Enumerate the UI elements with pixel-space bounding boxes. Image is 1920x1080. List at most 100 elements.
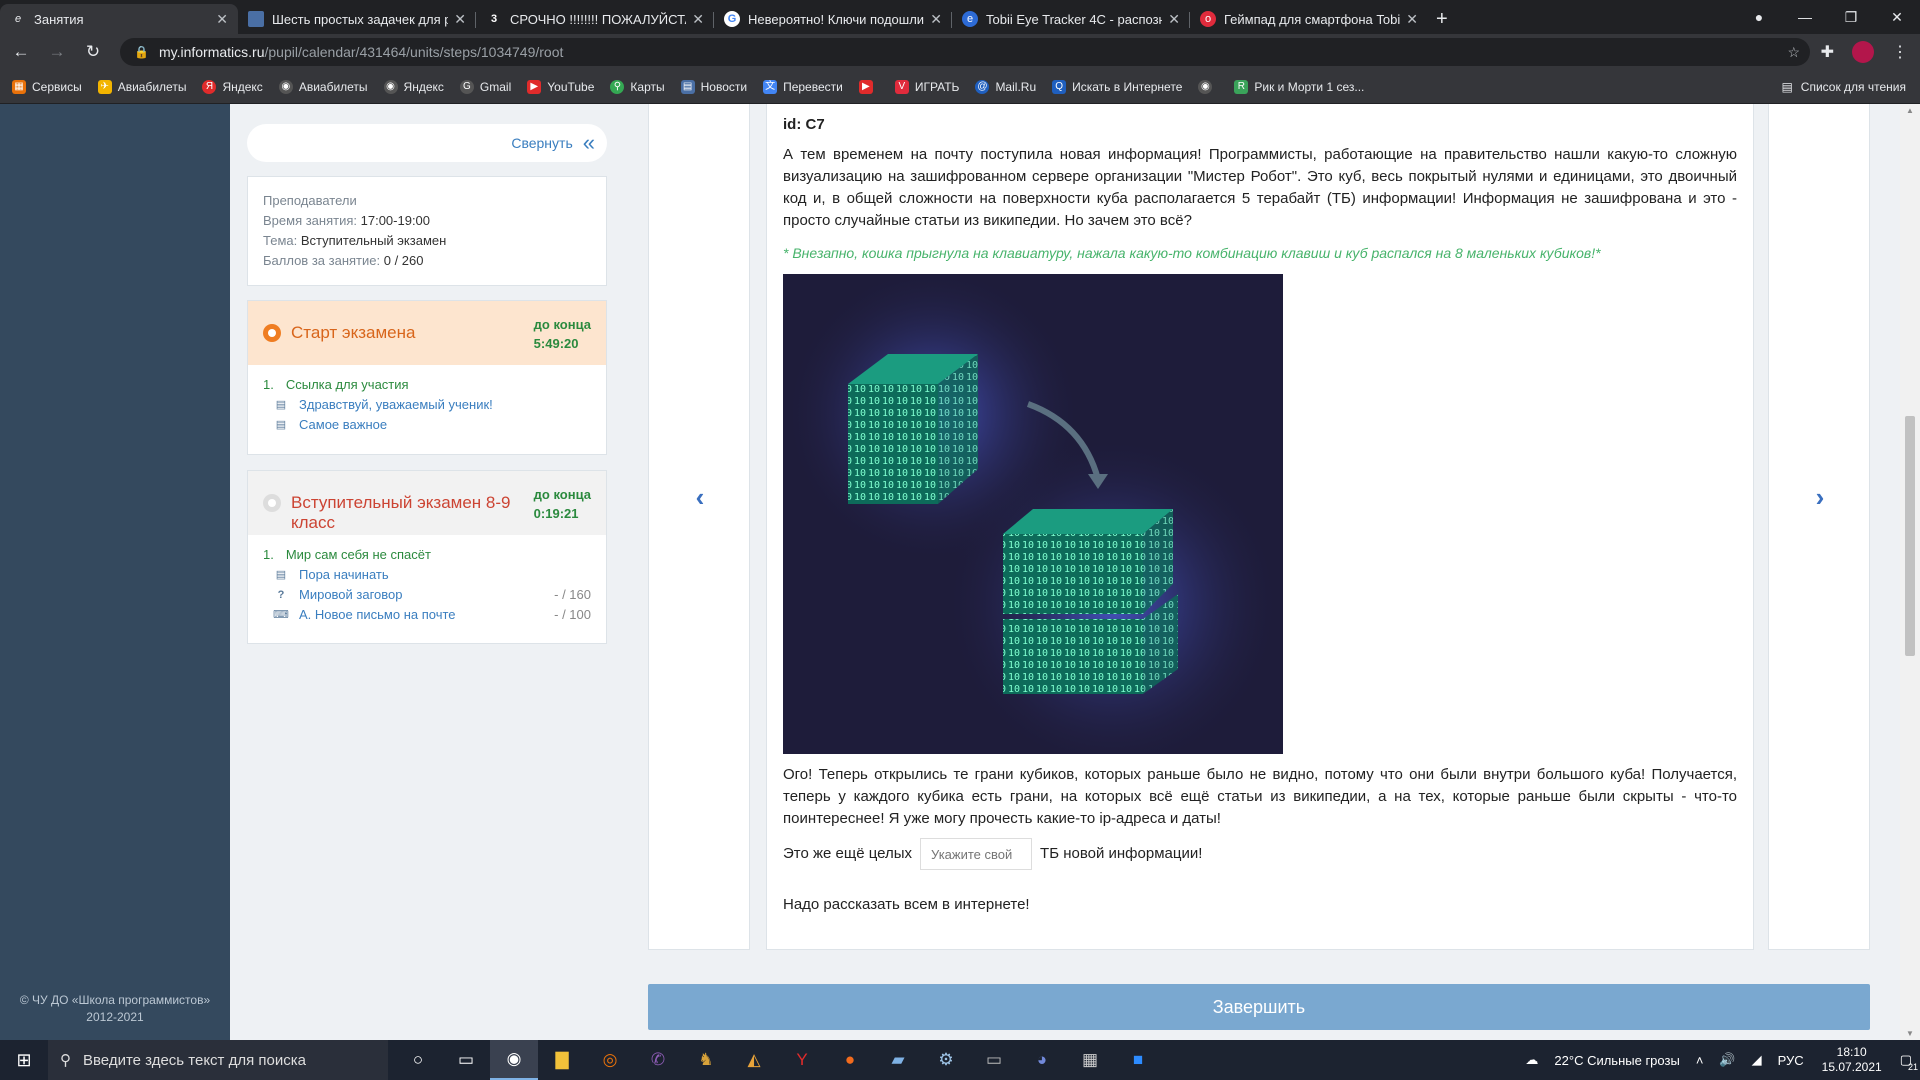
task-paragraph-2: Ого! Теперь открылись те грани кубиков, …: [783, 766, 1737, 827]
tab-title: Невероятно! Ключи подошли с: [748, 11, 925, 27]
reading-list[interactable]: ▤ Список для чтения: [1781, 70, 1906, 104]
windows-start-icon[interactable]: ⊞: [0, 1040, 48, 1080]
discord-icon[interactable]: ◕: [1018, 1040, 1066, 1080]
tab-zanyatiya[interactable]: e Занятия ✕: [0, 4, 238, 34]
calculator-icon[interactable]: ▦: [1066, 1040, 1114, 1080]
minimize-icon[interactable]: —: [1782, 9, 1828, 25]
step-item[interactable]: ▤ Пора начинать: [263, 565, 591, 585]
restore-icon[interactable]: ❐: [1828, 9, 1874, 26]
volume-icon[interactable]: 🔊: [1719, 1052, 1735, 1068]
edge-e-icon: e: [14, 13, 22, 25]
step-item[interactable]: ? Мировой заговор - / 160: [263, 585, 591, 605]
unit-item[interactable]: 1. Мир сам себя не спасёт: [263, 545, 591, 565]
close-window-icon[interactable]: ✕: [1874, 9, 1920, 26]
task-note: * Внезапно, кошка прыгнула на клавиатуру…: [783, 245, 1601, 261]
close-tab-icon[interactable]: ✕: [1406, 11, 1418, 28]
scroll-thumb[interactable]: [1905, 416, 1915, 656]
steam-icon[interactable]: ⚙: [922, 1040, 970, 1080]
bookmark-novosti[interactable]: ▤ Новости: [680, 79, 747, 94]
forward-arrow-icon[interactable]: →: [42, 42, 72, 62]
chevron-right-icon[interactable]: ›: [1769, 482, 1871, 513]
menu-kebab-icon[interactable]: ⋮: [1892, 42, 1908, 62]
weather-text[interactable]: 22°C Сильные грозы: [1554, 1053, 1679, 1068]
bookmark-servisy[interactable]: ▦ Сервисы: [12, 79, 82, 94]
chevron-left-icon[interactable]: ‹: [649, 482, 751, 513]
inactive-status-icon: [263, 494, 281, 512]
close-tab-icon[interactable]: ✕: [930, 11, 942, 28]
zoom-icon[interactable]: ■: [1114, 1040, 1162, 1080]
unit-item[interactable]: 1. Ссылка для участия: [263, 375, 591, 395]
weather-icon[interactable]: ☁: [1525, 1052, 1538, 1068]
tablet-app-icon[interactable]: ▰: [874, 1040, 922, 1080]
cube-illustration: 10: [783, 274, 1283, 754]
task-view-icon[interactable]: ▭: [442, 1040, 490, 1080]
bookmark-perevesti[interactable]: 文 Перевести: [763, 79, 843, 94]
step-score: - / 100: [554, 607, 591, 622]
bookmark-gmail[interactable]: G Gmail: [459, 79, 511, 94]
page-scrollbar[interactable]: ▲ ▼: [1900, 104, 1920, 1040]
scroll-up-icon[interactable]: ▲: [1900, 106, 1920, 115]
tab-shest-zadachek[interactable]: Шесть простых задачек для рас ✕: [238, 4, 476, 34]
bookmark-karty[interactable]: ⚲ Карты: [610, 79, 665, 94]
bookmark-globe[interactable]: ◉: [1198, 79, 1218, 94]
bookmark-iskat[interactable]: Q Искать в Интернете: [1052, 79, 1182, 94]
origin-icon[interactable]: ●: [826, 1040, 874, 1080]
url-field[interactable]: 🔒 my.informatics.ru/pupil/calendar/43146…: [120, 38, 1810, 66]
answer-input[interactable]: [920, 838, 1033, 870]
block-header[interactable]: Старт экзамена до конца 5:49:20: [248, 301, 606, 365]
lock-icon: 🔒: [134, 45, 149, 59]
extensions-puzzle-icon[interactable]: ✚: [1821, 42, 1834, 62]
avatar[interactable]: [1852, 41, 1874, 63]
cortana-icon[interactable]: ○: [394, 1040, 442, 1080]
bookmark-igrat[interactable]: V ИГРАТЬ: [894, 79, 959, 94]
back-arrow-icon[interactable]: ←: [6, 42, 36, 62]
close-tab-icon[interactable]: ✕: [216, 11, 228, 28]
close-tab-icon[interactable]: ✕: [1168, 11, 1180, 28]
tab-title: СРОЧНО !!!!!!!! ПОЖАЛУЙСТА П: [510, 11, 687, 27]
tray-chevron-up-icon[interactable]: ˄: [1696, 1053, 1704, 1068]
bookmark-rick-morty[interactable]: R Рик и Морти 1 сез...: [1234, 79, 1364, 94]
close-tab-icon[interactable]: ✕: [454, 11, 466, 28]
network-icon[interactable]: ◢: [1752, 1052, 1762, 1068]
file-explorer-icon[interactable]: ▇: [538, 1040, 586, 1080]
taskbar-search[interactable]: ⚲ Введите здесь текст для поиска: [48, 1040, 388, 1080]
step-item[interactable]: ⌨ A. Новое письмо на почте - / 100: [263, 605, 591, 625]
tab-tobii-tracker[interactable]: e Tobii Eye Tracker 4C - распознав ✕: [952, 4, 1190, 34]
new-tab-plus-icon[interactable]: +: [1436, 4, 1448, 34]
bookmark-star-icon[interactable]: ☆: [1787, 44, 1800, 61]
bookmark-yandex[interactable]: Я Яндекс: [202, 79, 263, 94]
launcher-icon[interactable]: ◭: [730, 1040, 778, 1080]
viber-icon[interactable]: ✆: [634, 1040, 682, 1080]
bookmark-aviabilety-2[interactable]: ◉ Авиабилеты: [278, 79, 368, 94]
block-header[interactable]: Вступительный экзамен 8-9 класс до конца…: [248, 471, 606, 535]
bookmark-youtube-2[interactable]: ▶: [858, 79, 879, 94]
bookmark-mailru[interactable]: @ Mail.Ru: [975, 79, 1036, 94]
step-item[interactable]: ▤ Самое важное: [263, 415, 591, 435]
scroll-down-icon[interactable]: ▼: [1900, 1029, 1920, 1038]
tab-srochno[interactable]: 3 СРОЧНО !!!!!!!! ПОЖАЛУЙСТА П ✕: [476, 4, 714, 34]
notifications-icon[interactable]: ▢ 21: [1900, 1052, 1918, 1072]
yandex-browser-icon[interactable]: Y: [778, 1040, 826, 1080]
language-indicator[interactable]: РУС: [1778, 1053, 1804, 1068]
bookmark-youtube[interactable]: ▶ YouTube: [527, 79, 594, 94]
prev-step-panel[interactable]: ‹: [648, 104, 750, 950]
tab-gamepad[interactable]: o Геймпад для смартфона Tobii E ✕: [1190, 4, 1428, 34]
next-step-panel[interactable]: ›: [1768, 104, 1870, 950]
teachers-label: Преподаватели: [263, 193, 357, 208]
clock[interactable]: 18:10 15.07.2021: [1822, 1045, 1882, 1075]
game-icon[interactable]: ♞: [682, 1040, 730, 1080]
tab-neveroyatno[interactable]: G Невероятно! Ключи подошли с ✕: [714, 4, 952, 34]
drive-icon[interactable]: ▭: [970, 1040, 1018, 1080]
profile-sync-icon[interactable]: ●: [1736, 9, 1782, 25]
chrome-icon[interactable]: ◉: [490, 1040, 538, 1080]
rick-icon: R: [1234, 79, 1249, 94]
opera-icon[interactable]: ◎: [586, 1040, 634, 1080]
close-tab-icon[interactable]: ✕: [692, 11, 704, 28]
bookmark-aviabilety[interactable]: ✈ Авиабилеты: [97, 79, 186, 94]
bookmark-yandex-2[interactable]: ◉ Яндекс: [383, 79, 444, 94]
reload-icon[interactable]: ↻: [78, 42, 108, 62]
at-icon: @: [975, 79, 990, 94]
step-item[interactable]: ▤ Здравствуй, уважаемый ученик!: [263, 395, 591, 415]
collapse-button[interactable]: Свернуть «: [247, 124, 607, 162]
finish-button[interactable]: Завершить: [648, 984, 1870, 1030]
